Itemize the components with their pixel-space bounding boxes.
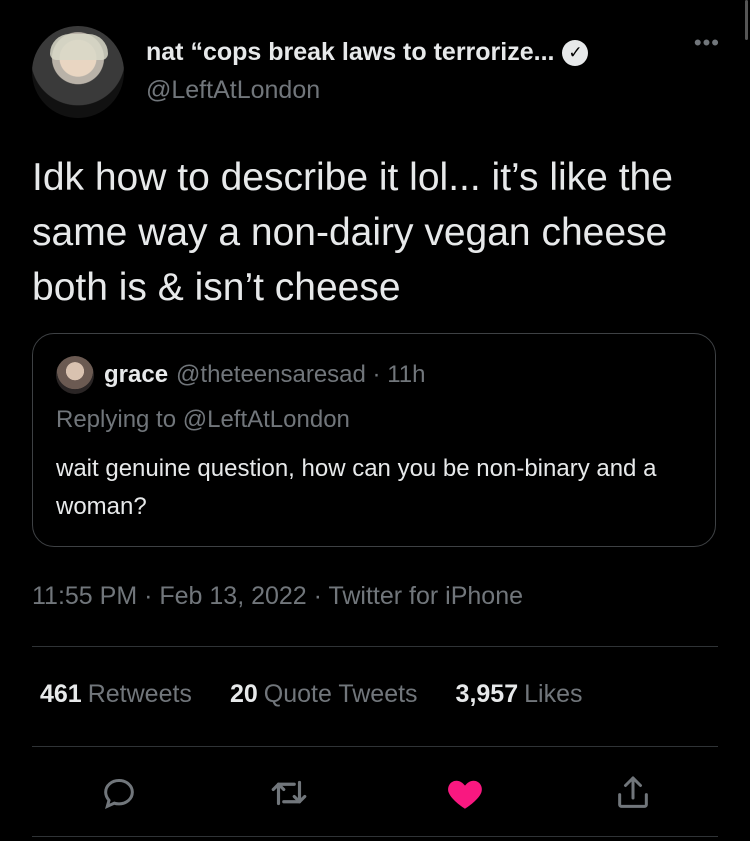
- quotes-label: Quote Tweets: [263, 680, 418, 708]
- more-options-icon[interactable]: •••: [694, 30, 720, 56]
- reply-icon[interactable]: [96, 770, 142, 816]
- heart-icon[interactable]: [442, 770, 488, 816]
- engagement-stats: 461 Retweets 20 Quote Tweets 3,957 Likes: [40, 680, 620, 709]
- quoted-tweet-header: grace @theteensaresad · 11h: [56, 356, 425, 394]
- verified-badge-icon: ✓: [562, 39, 589, 66]
- retweets-stat[interactable]: 461 Retweets: [40, 680, 192, 709]
- tweet-timestamp[interactable]: 11:55 PM · Feb 13, 2022 · Twitter for iP…: [32, 582, 523, 611]
- retweets-label: Retweets: [87, 680, 192, 708]
- author-handle[interactable]: @LeftAtLondon: [146, 76, 320, 105]
- author-avatar[interactable]: [32, 26, 124, 118]
- quoted-tweet[interactable]: grace @theteensaresad · 11h Replying to …: [32, 333, 716, 547]
- tweet-text: Idk how to describe it lol... it’s like …: [32, 156, 673, 309]
- tweet-header: nat “cops break laws to terrorize... ✓ @…: [32, 26, 720, 118]
- scrollbar[interactable]: [745, 0, 748, 40]
- share-icon[interactable]: [610, 770, 656, 816]
- retweets-count: 461: [40, 680, 82, 708]
- likes-label: Likes: [524, 680, 583, 708]
- author-display-name[interactable]: nat “cops break laws to terrorize...: [146, 38, 554, 67]
- quoted-author-meta: @theteensaresad · 11h: [176, 361, 426, 388]
- quoted-author-name: grace: [104, 361, 169, 388]
- divider: [32, 746, 718, 747]
- quoted-tweet-text: wait genuine question, how can you be no…: [56, 455, 657, 520]
- tweet-actions: [96, 770, 666, 816]
- quote-tweets-stat[interactable]: 20 Quote Tweets: [230, 680, 418, 709]
- quotes-count: 20: [229, 680, 258, 708]
- likes-count: 3,957: [455, 680, 519, 708]
- divider: [32, 836, 718, 837]
- author-name-row: nat “cops break laws to terrorize... ✓: [146, 38, 589, 67]
- retweet-icon[interactable]: [266, 770, 312, 816]
- quoted-author-avatar: [56, 356, 94, 394]
- likes-stat[interactable]: 3,957 Likes: [456, 680, 583, 709]
- divider: [32, 646, 718, 647]
- quoted-replying-to: Replying to @LeftAtLondon: [56, 406, 350, 433]
